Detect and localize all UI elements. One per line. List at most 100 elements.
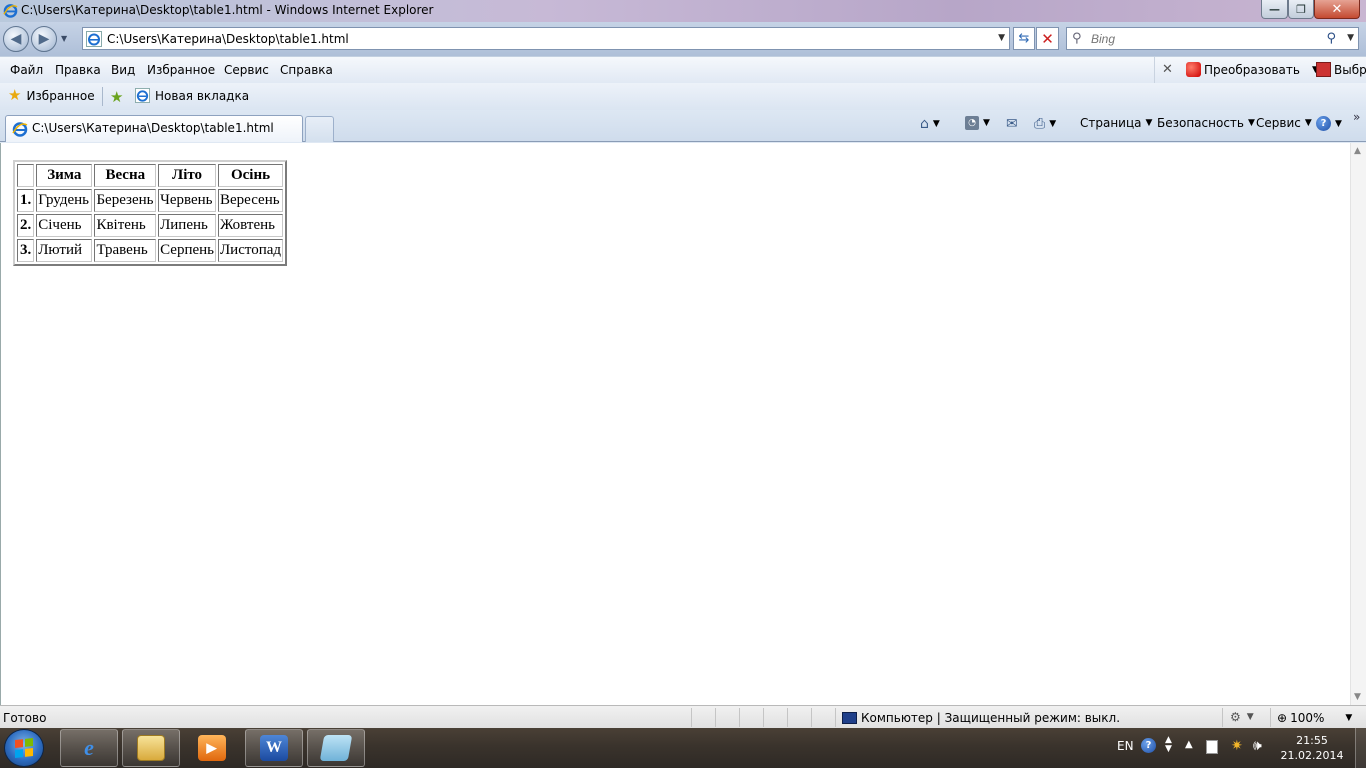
home-button[interactable]: ⌂ ▼ [920, 116, 940, 132]
show-desktop-button[interactable] [1355, 728, 1366, 768]
help-button[interactable]: ? ▼ [1316, 116, 1342, 131]
convert-button[interactable]: Преобразовать ▼ [1186, 62, 1319, 77]
address-dropdown-icon[interactable]: ▼ [998, 33, 1005, 43]
taskbar-explorer[interactable] [122, 729, 180, 767]
tab-table1[interactable]: C:\Users\Катерина\Desktop\table1.html [5, 115, 303, 142]
feeds-button[interactable]: ◔ ▼ [965, 116, 990, 130]
zoom-level: 100% [1290, 711, 1325, 725]
taskbar-internet-explorer[interactable]: e [60, 729, 118, 767]
back-button[interactable]: ◀ [3, 26, 29, 52]
status-divider [763, 708, 764, 727]
home-icon: ⌂ [920, 116, 929, 132]
table-cell: Вересень [218, 189, 284, 212]
address-bar[interactable]: C:\Users\Катерина\Desktop\table1.html ▼ [82, 27, 1010, 50]
help-dropdown-icon[interactable]: ▼ [1335, 119, 1342, 129]
rss-icon: ◔ [965, 116, 979, 130]
protected-mode-button[interactable]: ⚙ ▼ [1230, 710, 1254, 724]
convert-label: Преобразовать [1204, 62, 1300, 77]
menu-view[interactable]: Вид [111, 63, 135, 77]
close-toolbar-icon[interactable]: ✕ [1162, 62, 1173, 77]
title-bar: C:\Users\Катерина\Desktop\table1.html - … [0, 0, 1366, 22]
add-to-favorites-icon[interactable]: ★ [110, 88, 123, 106]
minimize-button[interactable]: — [1261, 0, 1288, 19]
search-provider-icon: ⚲ [1072, 31, 1082, 46]
safety-menu-button[interactable]: Безопасность ▼ [1157, 116, 1255, 130]
print-button[interactable]: ⎙ ▼ [1034, 116, 1056, 132]
start-button[interactable] [4, 729, 44, 767]
close-window-button[interactable]: ✕ [1314, 0, 1360, 19]
search-icon[interactable]: ⚲ [1326, 31, 1336, 46]
tab-bar: C:\Users\Катерина\Desktop\table1.html ⌂ … [0, 110, 1366, 142]
volume-icon[interactable]: 🕪 [1253, 738, 1262, 754]
status-divider [691, 708, 692, 727]
vertical-scrollbar[interactable]: ▲ ▼ [1350, 143, 1366, 705]
taskbar-notepad[interactable] [307, 729, 365, 767]
table-header-corner [17, 164, 35, 187]
safety-dropdown-icon: ▼ [1247, 118, 1255, 128]
table-row: 2. Січень Квітень Липень Жовтень [17, 214, 284, 237]
read-mail-button[interactable]: ✉ [1006, 116, 1018, 132]
navigation-bar: ◀ ▶ ▼ C:\Users\Катерина\Desktop\table1.h… [0, 22, 1366, 56]
table-cell: Січень [36, 214, 93, 237]
status-text: Готово [3, 711, 47, 725]
window-title: C:\Users\Катерина\Desktop\table1.html - … [21, 3, 434, 17]
home-dropdown-icon[interactable]: ▼ [933, 119, 940, 129]
new-tab-button[interactable] [305, 116, 334, 142]
pdf-convert-icon [1186, 62, 1201, 77]
search-input[interactable] [1091, 30, 1321, 47]
refresh-button[interactable]: ⇆ [1013, 27, 1035, 50]
help-icon: ? [1316, 116, 1331, 131]
search-box[interactable]: ⚲ ⚲ ▼ [1066, 27, 1359, 50]
ie-icon [3, 4, 18, 18]
maximize-button[interactable]: ❐ [1288, 0, 1314, 19]
clock-time: 21:55 [1296, 734, 1328, 747]
table-row: 1. Грудень Березень Червень Вересень [17, 189, 284, 212]
menu-file[interactable]: Файл [10, 63, 43, 77]
tab-label: C:\Users\Катерина\Desktop\table1.html [32, 121, 274, 135]
shield-settings-icon: ⚙ [1230, 710, 1241, 724]
print-dropdown-icon[interactable]: ▼ [1049, 119, 1056, 129]
scroll-up-icon[interactable]: ▲ [1354, 146, 1361, 156]
taskbar-word[interactable]: W [245, 729, 303, 767]
menu-help[interactable]: Справка [280, 63, 333, 77]
search-options-dropdown-icon[interactable]: ▼ [1347, 33, 1354, 43]
zoom-dropdown-icon[interactable]: ▼ [1345, 713, 1352, 723]
table-cell: Березень [94, 189, 157, 212]
tray-network-icon[interactable]: ▲ ▼ [1165, 736, 1172, 754]
taskbar-media-player[interactable]: ▶ [183, 729, 240, 767]
favorites-star-icon: ★ [8, 86, 22, 104]
clock[interactable]: 21:55 21.02.2014 [1280, 733, 1344, 763]
security-zone[interactable]: Компьютер | Защищенный режим: выкл. [842, 711, 1120, 725]
stop-icon: ✕ [1041, 29, 1054, 48]
more-commands-chevron-icon[interactable]: » [1353, 110, 1360, 124]
tools-menu-button[interactable]: Сервис ▼ [1256, 116, 1312, 130]
menu-tools[interactable]: Сервис [224, 63, 269, 77]
page-menu-button[interactable]: Страница ▼ [1080, 116, 1152, 130]
language-indicator[interactable]: EN [1117, 739, 1134, 753]
menu: Файл Правка Вид Избранное Сервис Справка [0, 57, 1155, 83]
new-tab-link[interactable]: Новая вкладка [135, 88, 249, 103]
feeds-dropdown-icon[interactable]: ▼ [983, 118, 990, 128]
show-hidden-icons-icon[interactable]: ▲ [1185, 739, 1193, 750]
menu-edit[interactable]: Правка [55, 63, 101, 77]
safety-menu-label: Безопасность [1157, 116, 1244, 130]
forward-button[interactable]: ▶ [31, 26, 57, 52]
taskbar: e ▶ W EN ? ▲ ▼ ▲ ✷ 🕪 21:55 21.02.2014 [0, 728, 1366, 768]
favorites-button[interactable]: ★ Избранное [8, 88, 95, 103]
zoom-icon: ⊕ [1277, 711, 1288, 725]
select-button[interactable]: Выбр [1316, 62, 1366, 77]
menu-favorites[interactable]: Избранное [147, 63, 215, 77]
table-cell: Травень [94, 239, 157, 262]
tray-help-icon[interactable]: ? [1141, 738, 1156, 753]
back-arrow-icon: ◀ [10, 31, 22, 47]
status-divider [1270, 708, 1271, 727]
favorites-label: Избранное [26, 88, 95, 103]
tray-power-icon[interactable]: ✷ [1231, 738, 1243, 754]
page-content: Зима Весна Літо Осінь 1. Грудень Березен… [0, 143, 1350, 705]
stop-button[interactable]: ✕ [1036, 27, 1059, 50]
tray-flag-icon[interactable] [1206, 740, 1218, 754]
scroll-down-icon[interactable]: ▼ [1354, 692, 1361, 702]
system-tray: EN ? ▲ ▼ ▲ ✷ 🕪 21:55 21.02.2014 [1110, 728, 1366, 768]
recent-pages-dropdown[interactable]: ▼ [61, 34, 67, 43]
zoom-button[interactable]: ⊕ 100% ▼ [1277, 711, 1352, 725]
